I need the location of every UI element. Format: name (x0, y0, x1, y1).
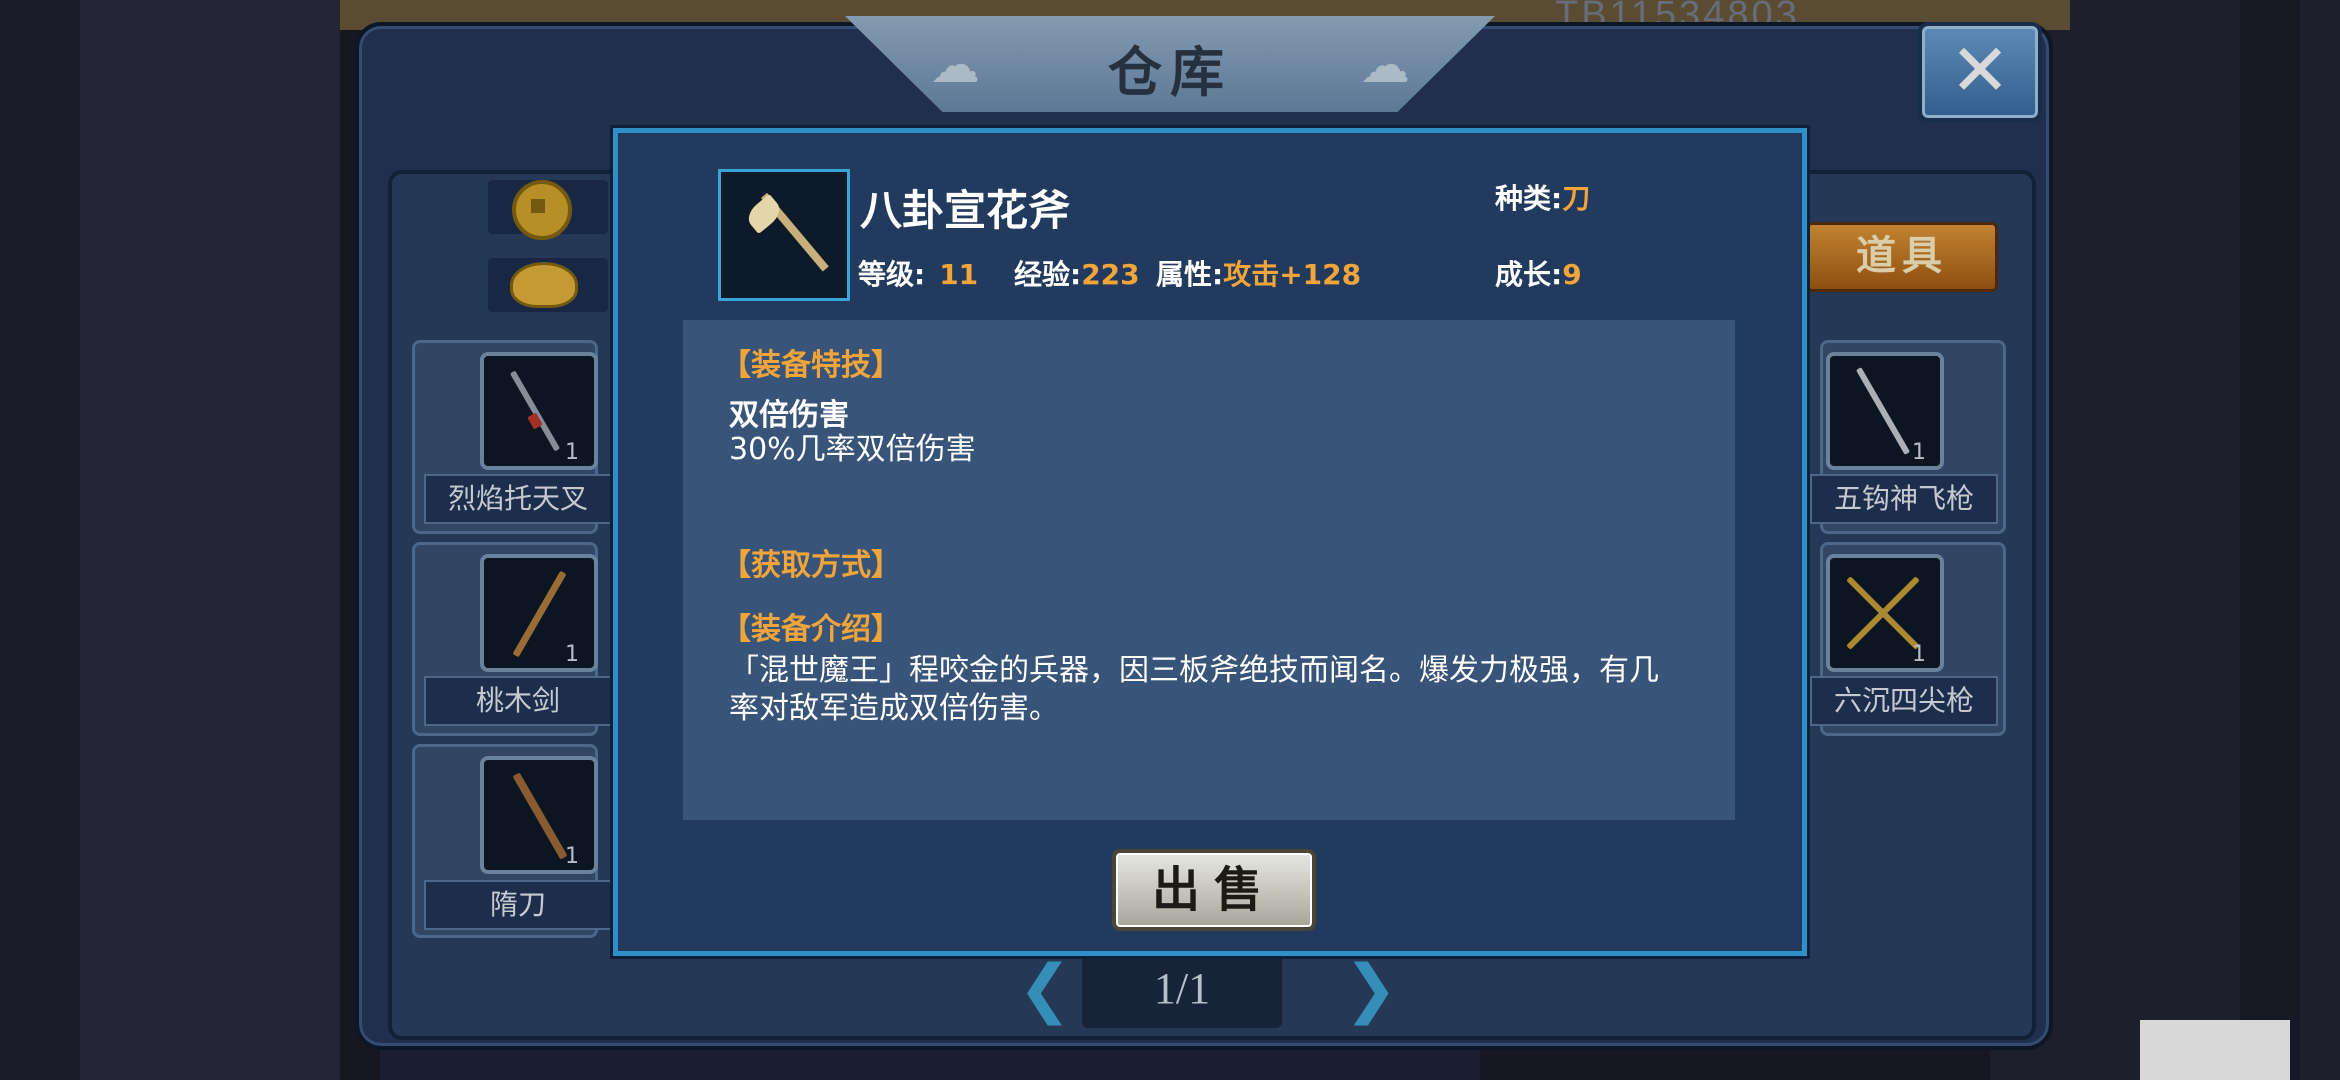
item-growth: 成长:9 (1495, 258, 1582, 291)
watermark-patch (2140, 1020, 2290, 1080)
obtain-section-title: 【获取方式】 (721, 548, 901, 583)
item-name: 八卦宣花斧 (860, 186, 1071, 235)
skill-description: 30%几率双倍伤害 (729, 432, 976, 467)
item-level: 等级: 11 (858, 258, 979, 291)
axe-icon (718, 169, 850, 301)
description-panel: 【装备特技】 双倍伤害 30%几率双倍伤害 【获取方式】 【装备介绍】 「混世魔… (683, 320, 1735, 820)
sell-button[interactable]: 出售 (1112, 849, 1316, 931)
intro-text: 「混世魔王」程咬金的兵器，因三板斧绝技而闻名。爆发力极强，有几率对敌军造成双倍伤… (729, 653, 1659, 726)
item-attribute: 属性:攻击+128 (1156, 258, 1362, 291)
intro-section-title: 【装备介绍】 (721, 612, 901, 647)
item-detail-popup: 八卦宣花斧 种类:刀 等级: 11 经验:223 属性:攻击+128 成长:9 【… (613, 128, 1807, 956)
item-type: 种类:刀 (1495, 182, 1591, 215)
skill-section-title: 【装备特技】 (721, 348, 901, 383)
item-exp: 经验:223 (1014, 258, 1140, 291)
